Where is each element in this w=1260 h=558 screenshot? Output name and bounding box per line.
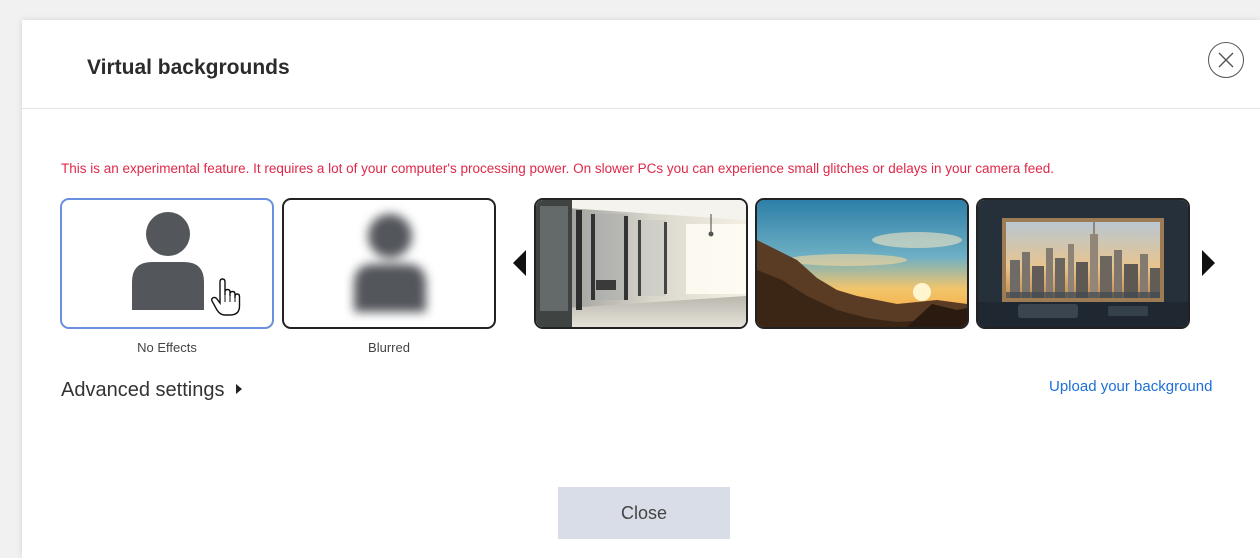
mountain-sunset-background[interactable] [755,198,969,329]
city-image [978,200,1188,327]
dialog-title: Virtual backgrounds [87,56,290,79]
advanced-settings-label: Advanced settings [61,379,225,401]
arrow-right-icon[interactable] [1202,250,1215,276]
hand-cursor-icon [211,278,241,316]
person-icon [132,212,204,310]
caret-right-icon [236,383,243,394]
virtual-backgrounds-dialog: Virtual backgrounds This is an experimen… [22,20,1260,558]
upload-background-link[interactable]: Upload your background [1049,378,1212,395]
blurred-label: Blurred [368,340,410,355]
experimental-warning: This is an experimental feature. It requ… [61,161,1055,176]
office-image [536,200,746,327]
close-circle-icon[interactable] [1208,42,1244,78]
blurred-person-icon [354,214,426,312]
city-window-background[interactable] [976,198,1190,329]
advanced-settings-toggle[interactable]: Advanced settings [61,379,243,402]
mountain-image [757,200,967,327]
dialog-header: Virtual backgrounds [22,20,1260,109]
arrow-left-icon[interactable] [513,250,526,276]
close-button[interactable]: Close [558,487,730,539]
blurred-tile[interactable] [282,198,496,329]
no-effects-label: No Effects [137,340,197,355]
office-glass-background[interactable] [534,198,748,329]
